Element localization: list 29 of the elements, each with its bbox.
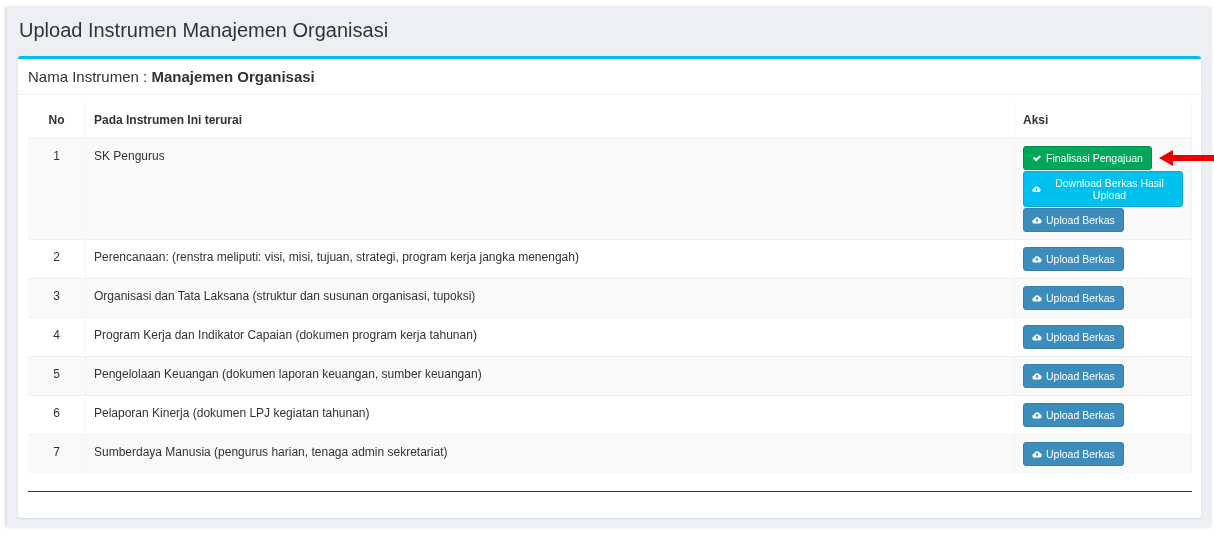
upload-button[interactable]: Upload Berkas — [1023, 364, 1124, 388]
item-name: Pengelolaan Keuangan (dokumen laporan keuangan, sumber keuangan) — [85, 356, 1015, 396]
instrument-name: Manajemen Organisasi — [151, 68, 315, 85]
upload-button[interactable]: Upload Berkas — [1023, 286, 1124, 310]
item-name: SK Pengurus — [85, 138, 1015, 240]
download-button[interactable]: Download Berkas Hasil Upload — [1023, 171, 1183, 207]
row-number: 3 — [28, 278, 86, 318]
check-icon — [1032, 153, 1042, 163]
cloud-upload-icon — [1032, 449, 1042, 459]
page-title: Upload Instrumen Manajemen Organisasi — [19, 19, 390, 42]
upload-button[interactable]: Upload Berkas — [1023, 247, 1124, 271]
cloud-upload-icon — [1032, 293, 1042, 303]
upload-button[interactable]: Upload Berkas — [1023, 442, 1124, 466]
row-number: 5 — [28, 356, 86, 396]
upload-button[interactable]: Upload Berkas — [1023, 403, 1124, 427]
cloud-upload-icon — [1032, 410, 1042, 420]
instrument-label: Nama Instrumen : — [28, 68, 148, 85]
row-number: 1 — [28, 138, 86, 240]
cloud-upload-icon — [1032, 215, 1042, 225]
finalize-button[interactable]: Finalisasi Pengajuan — [1023, 146, 1152, 170]
item-name: Sumberdaya Manusia (pengurus harian, tenaga admin sekretariat) — [85, 434, 1015, 473]
cloud-icon — [1032, 184, 1041, 194]
item-name: Organisasi dan Tata Laksana (struktur dan susunan organisasi, tupoksi) — [85, 278, 1015, 318]
upload-button[interactable]: Upload Berkas — [1023, 325, 1124, 349]
cloud-upload-icon — [1032, 371, 1042, 381]
cloud-upload-icon — [1032, 254, 1042, 264]
cloud-upload-icon — [1032, 332, 1042, 342]
row-number: 7 — [28, 434, 86, 473]
upload-button[interactable]: Upload Berkas — [1023, 208, 1124, 232]
